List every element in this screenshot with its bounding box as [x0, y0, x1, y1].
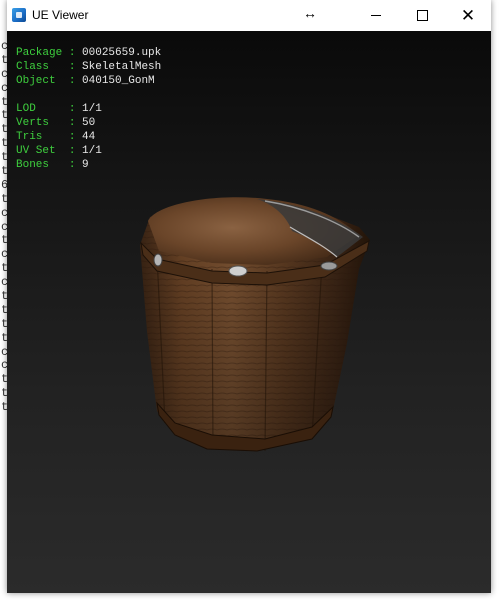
window-title: UE Viewer [32, 8, 89, 22]
3d-viewport[interactable]: Package : 00025659.upk Class : SkeletalM… [7, 31, 491, 593]
resize-cursor-icon: ↔ [303, 5, 317, 21]
minimize-button[interactable] [353, 0, 399, 31]
close-button[interactable]: ✕ [445, 0, 491, 31]
maximize-button[interactable] [399, 0, 445, 31]
title-bar[interactable]: UE Viewer ↔ ✕ [7, 0, 491, 32]
maximize-icon [416, 10, 428, 21]
ue-viewer-window: UE Viewer ↔ ✕ Package : 00025659.upk Cla… [7, 0, 491, 593]
close-icon: ✕ [460, 6, 476, 25]
minimize-icon [371, 15, 381, 16]
wooden-drum-mesh [140, 197, 370, 452]
app-icon [12, 8, 26, 22]
